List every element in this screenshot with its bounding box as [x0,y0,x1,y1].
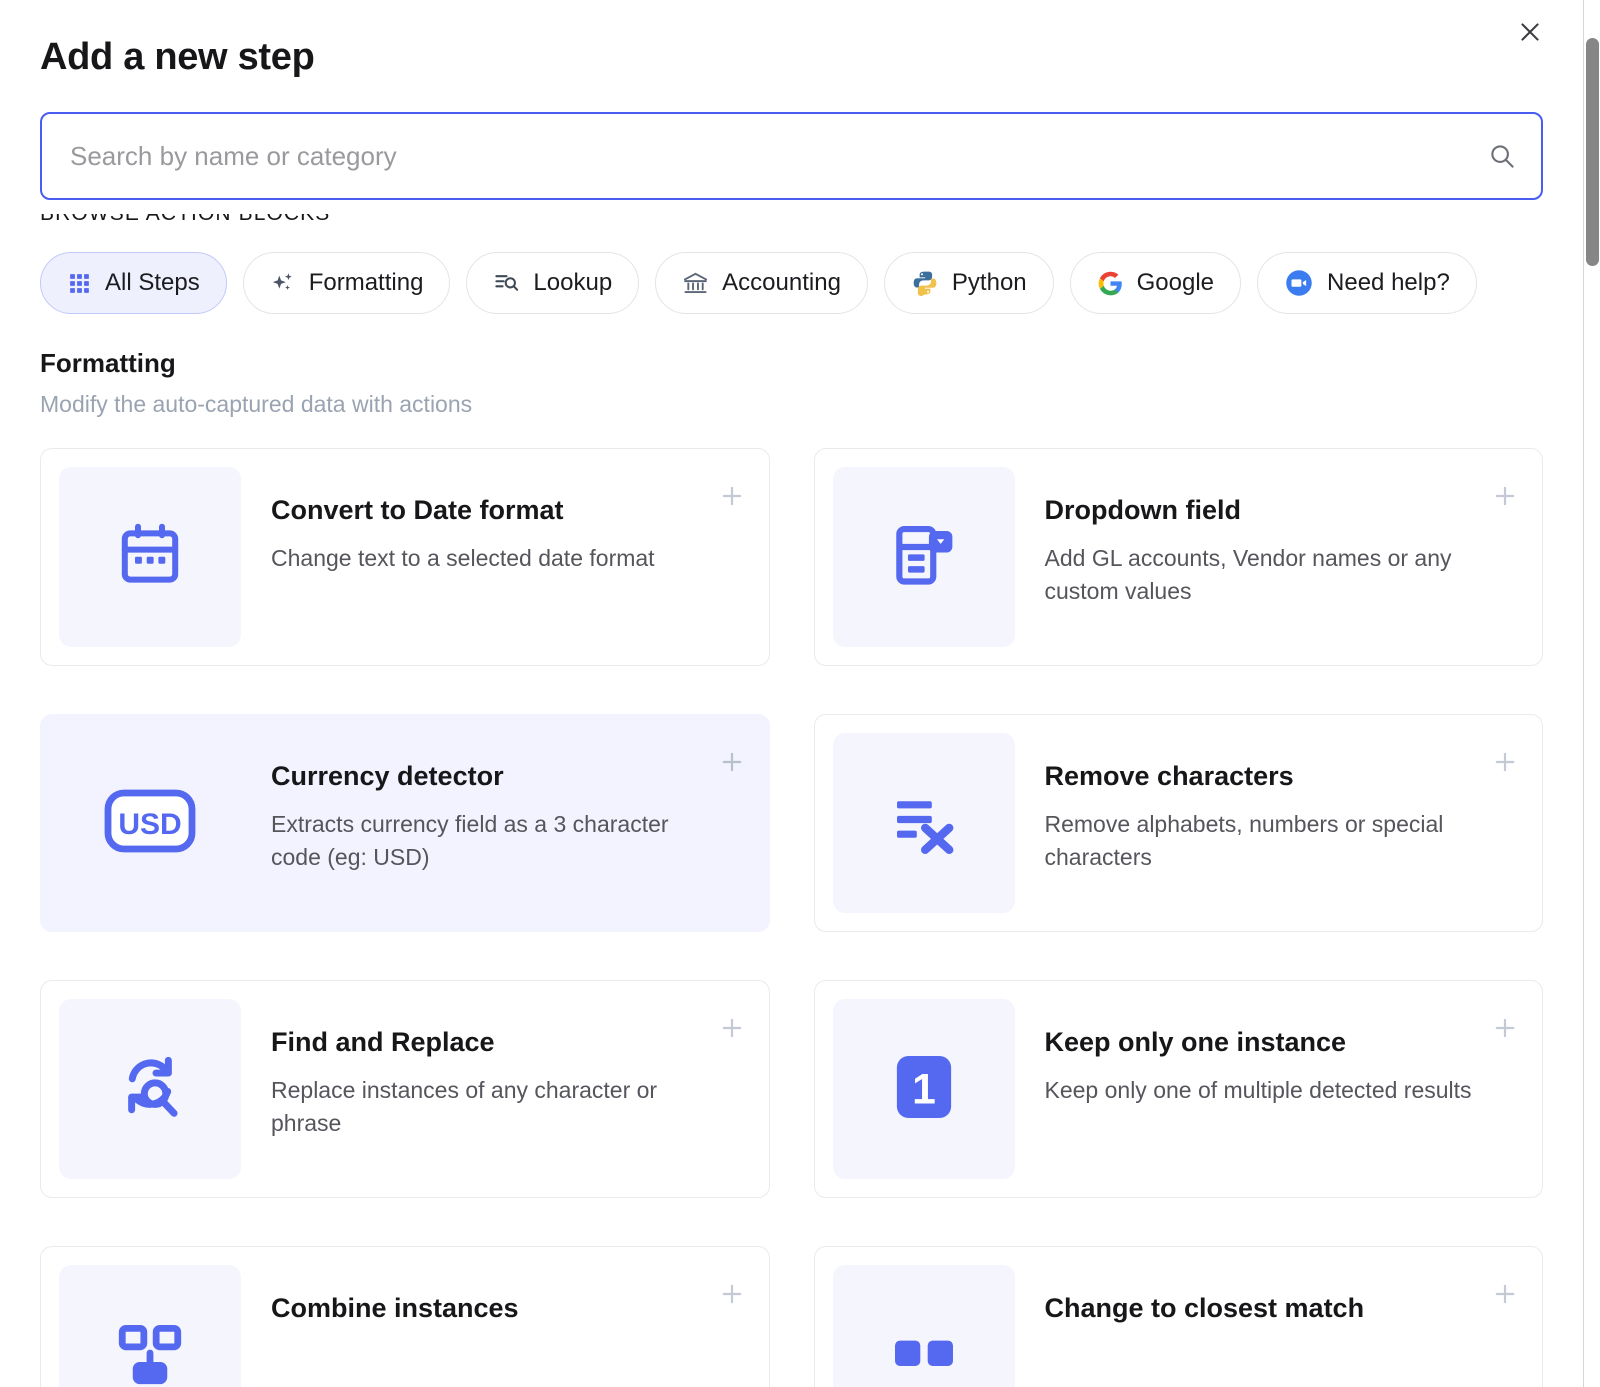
card-icon-tile [832,467,1015,647]
category-pill-row: All Steps Formatting Lookup Accounting P… [40,252,1543,314]
card-body: Convert to Date format Change text to a … [271,467,749,575]
card-body: Find and Replace Replace instances of an… [271,999,749,1141]
card-title: Currency detector [271,761,504,791]
card-title: Remove characters [1044,761,1294,791]
calendar-icon [114,519,186,596]
google-icon [1097,270,1124,297]
card-title: Convert to Date format [271,495,564,525]
sparkle-icon [270,270,296,296]
category-pill-need-help[interactable]: Need help? [1257,252,1477,314]
add-step-icon[interactable] [1490,1279,1520,1309]
add-step-icon[interactable] [717,747,747,777]
card-body: Currency detector Extracts currency fiel… [271,733,749,875]
add-step-icon[interactable] [1490,1013,1520,1043]
vertical-scrollbar-track[interactable] [1583,0,1600,1387]
category-pill-label: All Steps [105,269,200,296]
category-pill-label: Need help? [1327,269,1450,296]
vertical-scrollbar-thumb[interactable] [1586,38,1599,266]
category-pill-google[interactable]: Google [1069,252,1242,314]
bank-icon [682,270,709,297]
category-pill-python[interactable]: Python [883,252,1054,314]
svg-text:USD: USD [118,808,181,841]
category-pill-label: Lookup [533,269,613,296]
category-pill-all-steps[interactable]: All Steps [40,252,227,314]
grid-icon [67,271,92,296]
lines-x-icon [886,785,962,862]
category-pill-lookup[interactable]: Lookup [466,252,640,314]
action-card-combine-instances[interactable]: Combine instances [40,1246,770,1387]
combine-icon [113,1316,187,1387]
card-icon-tile [832,1265,1015,1387]
card-body: Combine instances [271,1265,749,1324]
action-card-find-and-replace[interactable]: Find and Replace Replace instances of an… [40,980,770,1198]
add-step-icon[interactable] [717,1279,747,1309]
page-title: Add a new step [40,36,315,78]
card-title: Dropdown field [1044,495,1241,525]
action-card-dropdown-field[interactable]: Dropdown field Add GL accounts, Vendor n… [813,448,1543,666]
card-description: Extracts currency field as a 3 character… [271,811,669,871]
card-body: Keep only one instance Keep only one of … [1045,999,1523,1107]
card-icon-tile: 1 [832,999,1015,1179]
category-pill-label: Accounting [722,269,841,296]
add-step-modal: Add a new step BROWSE ACTION BLOCKS [0,0,1600,1387]
card-icon-tile: USD [59,733,241,913]
video-icon [1284,268,1314,298]
card-body: Remove characters Remove alphabets, numb… [1045,733,1523,875]
card-body: Change to closest match [1045,1265,1523,1324]
find-replace-icon [112,1049,188,1130]
action-card-change-to-closest-match[interactable]: Change to closest match [813,1246,1543,1387]
card-title: Keep only one instance [1044,1027,1347,1057]
python-icon [911,269,939,297]
browse-action-blocks-label: BROWSE ACTION BLOCKS [40,214,330,226]
add-step-icon[interactable] [1490,747,1520,777]
browse-action-blocks-label-clip: BROWSE ACTION BLOCKS [40,214,1543,236]
card-title: Combine instances [271,1293,519,1323]
card-description: Change text to a selected date format [271,545,655,572]
usd-badge-icon: USD [104,788,196,859]
card-title: Change to closest match [1044,1293,1365,1323]
category-pill-label: Google [1136,269,1215,296]
card-icon-tile [832,733,1015,913]
search-field-wrapper [40,112,1543,200]
number-one-icon: 1 [893,1052,955,1127]
svg-text:1: 1 [912,1065,936,1113]
closest-match-icon [887,1316,961,1387]
modal-content: Add a new step BROWSE ACTION BLOCKS [0,0,1583,1387]
dropdown-field-icon [887,518,961,597]
card-icon-tile [59,467,241,647]
section-subtitle: Modify the auto-captured data with actio… [40,391,473,417]
card-description: Keep only one of multiple detected resul… [1044,1077,1472,1104]
action-card-currency-detector[interactable]: USD Currency detector Extracts currency … [40,714,770,932]
card-title: Find and Replace [271,1027,495,1057]
card-description: Remove alphabets, numbers or special cha… [1044,811,1444,871]
search-input[interactable] [40,112,1543,200]
category-pill-label: Formatting [308,269,424,296]
section-title: Formatting [40,348,176,378]
action-card-grid-partial: Combine instances Change to closest matc… [40,1246,1543,1387]
add-step-icon[interactable] [1490,481,1520,511]
card-icon-tile [59,1265,241,1387]
add-step-icon[interactable] [717,1013,747,1043]
card-body: Dropdown field Add GL accounts, Vendor n… [1045,467,1523,609]
category-pill-formatting[interactable]: Formatting [242,252,451,314]
action-card-keep-only-one-instance[interactable]: 1 Keep only one instance Keep only one o… [813,980,1543,1198]
action-card-convert-to-date-format[interactable]: Convert to Date format Change text to a … [40,448,770,666]
card-description: Add GL accounts, Vendor names or any cus… [1044,545,1452,605]
list-search-icon [493,270,520,297]
category-pill-accounting[interactable]: Accounting [655,252,868,314]
action-card-remove-characters[interactable]: Remove characters Remove alphabets, numb… [813,714,1543,932]
action-card-grid: Convert to Date format Change text to a … [40,448,1543,1198]
category-pill-label: Python [951,269,1027,296]
card-icon-tile [59,999,241,1179]
add-step-icon[interactable] [717,481,747,511]
card-description: Replace instances of any character or ph… [271,1077,658,1137]
